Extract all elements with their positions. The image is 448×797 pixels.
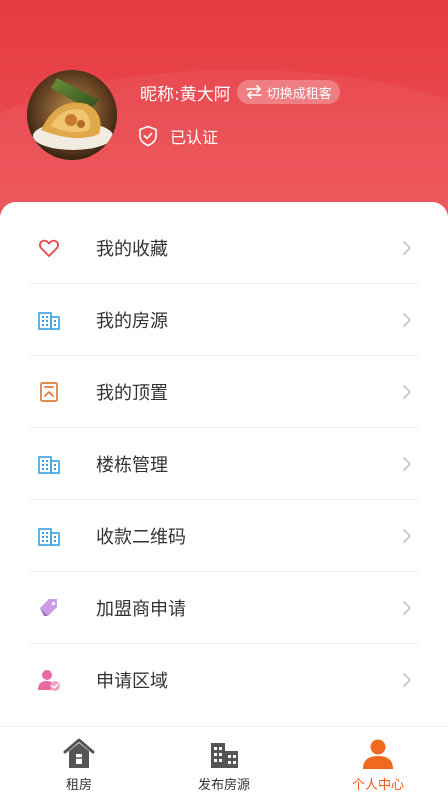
tab-label: 发布房源 bbox=[197, 778, 250, 793]
menu-item-franchise-application[interactable]: 加盟商申请 bbox=[0, 572, 448, 644]
menu-item-pinned[interactable]: 我的顶置 bbox=[0, 356, 448, 428]
switch-to-tenant-button[interactable]: 切换成租客 bbox=[236, 80, 340, 104]
nickname: 昵称:黄大阿 bbox=[140, 84, 231, 105]
menu-item-label: 加盟商申请 bbox=[96, 599, 186, 620]
chevron-right-icon bbox=[403, 673, 411, 687]
tab-label: 租房 bbox=[65, 778, 92, 793]
menu-item-label: 我的收藏 bbox=[96, 239, 168, 260]
verified-row: 已认证 bbox=[138, 124, 218, 148]
building-icon bbox=[38, 312, 60, 330]
menu-item-label: 我的顶置 bbox=[96, 383, 168, 404]
verified-status: 已认证 bbox=[170, 128, 219, 147]
user-check-icon bbox=[38, 670, 60, 691]
menu-item-my-listings[interactable]: 我的房源 bbox=[0, 284, 448, 356]
person-icon bbox=[363, 739, 393, 769]
house-icon bbox=[63, 738, 95, 768]
avatar-image bbox=[27, 70, 117, 160]
menu-item-label: 我的房源 bbox=[96, 311, 168, 332]
pin-top-icon bbox=[40, 382, 58, 402]
chevron-right-icon bbox=[403, 313, 411, 327]
tab-publish-listing[interactable]: 发布房源 bbox=[169, 727, 279, 797]
swap-icon bbox=[245, 85, 262, 99]
menu-item-payment-qrcode[interactable]: 收款二维码 bbox=[0, 500, 448, 572]
buildings-icon bbox=[211, 743, 238, 768]
nickname-row: 昵称:黄大阿 切换成租客 bbox=[140, 80, 340, 105]
chevron-right-icon bbox=[403, 385, 411, 399]
menu-item-apply-area[interactable]: 申请区域 bbox=[0, 644, 448, 716]
menu-item-label: 楼栋管理 bbox=[96, 455, 168, 476]
tab-label: 个人中心 bbox=[351, 778, 404, 793]
tab-rent[interactable]: 租房 bbox=[24, 727, 134, 797]
building-icon bbox=[38, 528, 60, 546]
chevron-right-icon bbox=[403, 241, 411, 255]
heart-icon bbox=[38, 239, 60, 257]
chevron-right-icon bbox=[403, 529, 411, 543]
shield-check-icon bbox=[139, 125, 157, 147]
avatar[interactable] bbox=[27, 70, 117, 160]
chevron-right-icon bbox=[403, 457, 411, 471]
menu-item-building-management[interactable]: 楼栋管理 bbox=[0, 428, 448, 500]
menu-item-label: 收款二维码 bbox=[96, 527, 186, 548]
menu-list: 我的收藏 我的房源 我的顶置 楼栋管理 收款二维码 加盟商申请 申请区域 bbox=[0, 202, 448, 726]
bottom-tab-bar: 租房 发布房源 个人中心 bbox=[0, 726, 448, 797]
menu-item-label: 申请区域 bbox=[96, 671, 168, 692]
chevron-right-icon bbox=[403, 601, 411, 615]
building-icon bbox=[38, 456, 60, 474]
tag-icon bbox=[40, 599, 57, 616]
switch-label: 切换成租客 bbox=[266, 86, 332, 102]
tab-personal-center[interactable]: 个人中心 bbox=[323, 727, 433, 797]
menu-item-favorites[interactable]: 我的收藏 bbox=[0, 212, 448, 284]
